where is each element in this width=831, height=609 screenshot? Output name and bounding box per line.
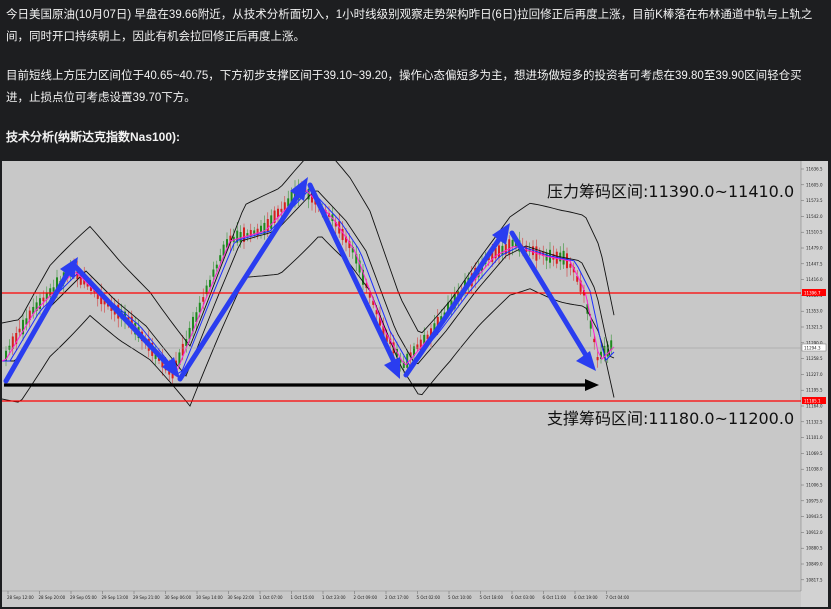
candle-body (212, 269, 215, 277)
candle-body (215, 264, 218, 269)
section-heading: 技术分析(纳斯达克指数Nas100): (6, 130, 181, 144)
price-tick-label: 10975.0 (806, 498, 823, 503)
support-arrow-head (585, 379, 599, 391)
current-price-tag-text: 11294.3 (804, 346, 821, 351)
candle-body (416, 344, 419, 350)
candle-body (596, 357, 599, 361)
trend-arrow-up-3 (403, 232, 505, 378)
trend-arrows (3, 182, 590, 384)
price-tick-label: 11006.5 (806, 483, 823, 488)
price-tick-label: 11605.0 (806, 182, 823, 187)
candle-body (498, 245, 500, 258)
article-paragraph-2: 目前短线上方压力区间位于40.65~40.75，下方初步支撑区间于39.10~3… (6, 70, 802, 104)
price-tick-label: 11164.0 (806, 404, 823, 409)
candle-body (209, 279, 211, 288)
candle-body (239, 232, 242, 243)
moving-average-mid (2, 188, 615, 375)
resistance-zone-label: 压力筹码区间:11390.0~11410.0 (547, 182, 794, 201)
price-tick-label: 11101.0 (806, 435, 823, 440)
time-tick-label: 6 Oct 11:00 (543, 595, 567, 600)
time-tick-label: 1 Oct 23:00 (322, 595, 346, 600)
time-ticks: 28 Sep 12:00 28 Sep 20:00 29 Sep 05:00 29 S… (7, 591, 629, 600)
arrow-head-3 (290, 177, 308, 201)
candle-body (270, 215, 273, 229)
time-tick-label: 28 Sep 20:00 (39, 595, 66, 600)
price-tick-label: 10817.5 (806, 577, 823, 582)
price-tick-label: 10849.0 (806, 562, 823, 567)
price-tick-label: 11038.0 (806, 467, 823, 472)
price-tick-label: 11479.0 (806, 246, 823, 251)
price-tick-label: 11195.5 (806, 388, 823, 393)
price-chart: 11636.5 11605.0 11573.5 11542.0 11510.5 11479… (2, 161, 828, 607)
time-tick-label: 30 Sep 14:00 (196, 595, 223, 600)
article-paragraph-1: 今日美国原油(10月07日) 早盘在39.66附近，从技术分析面切入，1小时线级… (6, 9, 813, 43)
price-tick-label: 10880.5 (806, 546, 823, 551)
time-tick-label: 29 Sep 05:00 (70, 595, 97, 600)
chart-canvas: 11636.5 11605.0 11573.5 11542.0 11510.5 11479… (2, 161, 828, 607)
price-tick-label: 11542.0 (806, 214, 823, 219)
candle-body (569, 263, 572, 268)
time-tick-label: 5 Oct 18:00 (480, 595, 504, 600)
price-tick-label: 10912.0 (806, 530, 823, 535)
candle-body (202, 297, 205, 302)
time-tick-label: 6 Oct 19:00 (574, 595, 598, 600)
price-tick-label: 11353.0 (806, 309, 823, 314)
candles (5, 179, 613, 385)
price-tick-label: 11227.0 (806, 372, 823, 377)
time-tick-label: 5 Oct 10:00 (448, 595, 472, 600)
candle-body (8, 345, 11, 350)
price-tick-label: 11132.5 (806, 419, 823, 424)
candle-body (42, 297, 45, 302)
time-tick-label: 2 Oct 09:00 (354, 595, 378, 600)
price-tick-label: 10943.5 (806, 514, 823, 519)
time-tick-label: 29 Sep 21:00 (133, 595, 160, 600)
time-tick-label: 6 Oct 03:00 (511, 595, 535, 600)
price-tick-label: 11573.5 (806, 198, 823, 203)
trend-arrow-down-2 (307, 182, 399, 369)
support-zone-label: 支撑筹码区间:11180.0~11200.0 (547, 409, 794, 428)
trend-arrow-heads (60, 177, 596, 379)
time-tick-label: 2 Oct 17:00 (385, 595, 409, 600)
time-tick-label: 7 Oct 04:00 (606, 595, 630, 600)
resistance-price-tag-text: 11396.7 (804, 291, 821, 296)
candle-body (511, 240, 514, 247)
arrow-head-6 (576, 351, 596, 371)
price-tick-label: 11069.5 (806, 451, 823, 456)
candle-body (280, 208, 283, 212)
price-tick-label: 11447.5 (806, 261, 823, 266)
time-tick-label: 30 Sep 22:00 (228, 595, 255, 600)
candle-body (18, 328, 21, 333)
price-tick-label: 11258.5 (806, 356, 823, 361)
price-tick-label: 11510.5 (806, 230, 823, 235)
time-tick-label: 30 Sep 06:00 (165, 595, 192, 600)
support-price-tag-text: 11185.1 (804, 399, 821, 404)
time-tick-label: 1 Oct 15:00 (291, 595, 315, 600)
price-tick-label: 11636.5 (806, 167, 823, 172)
candle-body (219, 255, 222, 262)
bollinger-lower (2, 236, 615, 407)
trend-arrow-up-2 (177, 186, 305, 382)
time-tick-label: 29 Sep 13:00 (102, 595, 129, 600)
time-tick-label: 5 Oct 02:00 (417, 595, 441, 600)
time-tick-label: 28 Sep 12:00 (7, 595, 34, 600)
price-tick-label: 11321.5 (806, 325, 823, 330)
price-tick-label: 11416.0 (806, 277, 823, 282)
time-tick-label: 1 Oct 07:00 (259, 595, 283, 600)
candle-body (198, 302, 201, 313)
price-axis-panel (801, 161, 828, 607)
